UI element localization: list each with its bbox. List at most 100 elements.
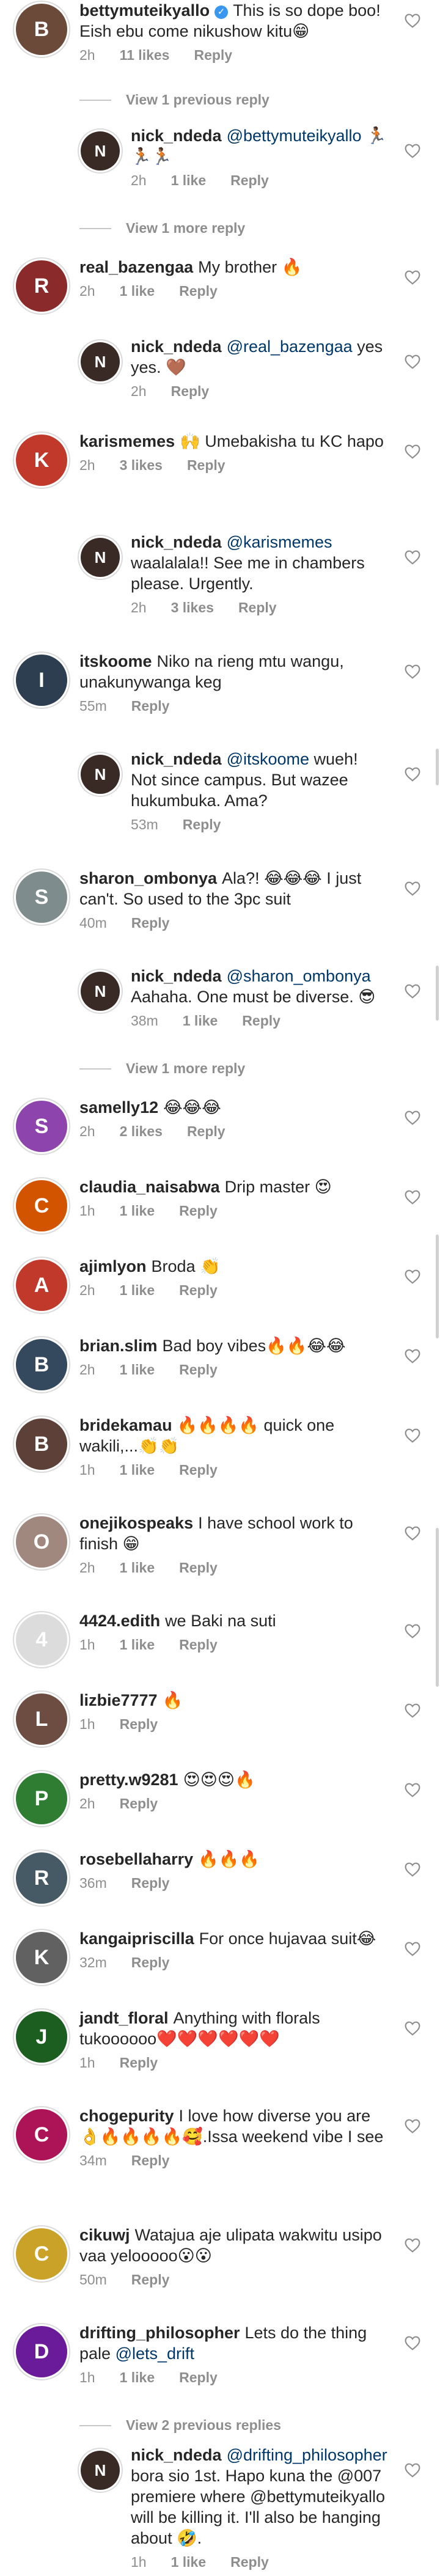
avatar[interactable]: R [16, 260, 67, 312]
username-link[interactable]: jandt_floral [79, 2009, 169, 2027]
reply-button[interactable]: Reply [131, 1954, 170, 1970]
like-heart-icon[interactable] [405, 2463, 420, 2478]
username-link[interactable]: nick_ndeda [131, 2446, 222, 2464]
mention-link[interactable]: @karismemes [227, 533, 332, 551]
avatar[interactable]: B [16, 4, 67, 55]
like-heart-icon[interactable] [405, 1110, 420, 1125]
view-more-replies-link[interactable]: View 1 previous reply [79, 92, 270, 108]
like-heart-icon[interactable] [405, 2119, 420, 2134]
likes-count[interactable]: 11 likes [120, 47, 170, 63]
avatar[interactable]: S [16, 1101, 67, 1152]
username-link[interactable]: nick_ndeda [131, 967, 222, 985]
reply-button[interactable]: Reply [179, 1282, 218, 1298]
likes-count[interactable]: 1 like [120, 283, 155, 299]
likes-count[interactable]: 3 likes [120, 457, 163, 473]
avatar[interactable]: L [16, 1693, 67, 1745]
like-heart-icon[interactable] [405, 767, 420, 782]
like-heart-icon[interactable] [405, 1526, 420, 1541]
username-link[interactable]: chogepurity [79, 2107, 174, 2125]
username-link[interactable]: nick_ndeda [131, 750, 222, 768]
like-heart-icon[interactable] [405, 664, 420, 679]
scrollbar-2[interactable] [436, 966, 439, 1021]
username-link[interactable]: nick_ndeda [131, 533, 222, 551]
reply-button[interactable]: Reply [131, 2272, 170, 2288]
like-heart-icon[interactable] [405, 354, 420, 369]
likes-count[interactable]: 1 like [120, 1362, 155, 1378]
reply-button[interactable]: Reply [179, 283, 218, 299]
avatar[interactable]: N [81, 755, 120, 794]
reply-button[interactable]: Reply [120, 1796, 158, 1811]
username-link[interactable]: ajimlyon [79, 1257, 147, 1275]
avatar[interactable]: N [81, 538, 120, 577]
reply-button[interactable]: Reply [194, 47, 232, 63]
username-link[interactable]: sharon_ombonya [79, 869, 217, 887]
username-link[interactable]: drifting_philosopher [79, 2324, 240, 2342]
like-heart-icon[interactable] [405, 1269, 420, 1284]
like-heart-icon[interactable] [405, 144, 420, 158]
reply-button[interactable]: Reply [179, 1637, 218, 1653]
scrollbar-1[interactable] [436, 749, 439, 785]
avatar[interactable]: N [81, 2451, 120, 2490]
likes-count[interactable]: 1 like [171, 2554, 207, 2570]
reply-button[interactable]: Reply [171, 383, 210, 399]
username-link[interactable]: rosebellaharry [79, 1850, 193, 1868]
reply-button[interactable]: Reply [183, 816, 221, 832]
likes-count[interactable]: 1 like [120, 1560, 155, 1576]
avatar[interactable]: B [16, 1418, 67, 1470]
username-link[interactable]: 4424.edith [79, 1612, 160, 1630]
avatar[interactable]: N [81, 972, 120, 1011]
username-link[interactable]: pretty.w9281 [79, 1771, 178, 1789]
username-link[interactable]: nick_ndeda [131, 127, 222, 145]
like-heart-icon[interactable] [405, 1428, 420, 1443]
like-heart-icon[interactable] [405, 984, 420, 999]
username-link[interactable]: bridekamau [79, 1416, 172, 1434]
mention-link[interactable]: @real_bazengaa [227, 337, 353, 356]
reply-button[interactable]: Reply [179, 1203, 218, 1219]
avatar[interactable]: C [16, 1180, 67, 1231]
view-more-replies-link[interactable]: View 1 more reply [79, 220, 245, 237]
username-link[interactable]: karismemes [79, 432, 175, 450]
reply-button[interactable]: Reply [187, 1123, 226, 1139]
avatar[interactable]: K [16, 1932, 67, 1983]
avatar[interactable]: A [16, 1260, 67, 1311]
reply-button[interactable]: Reply [179, 2369, 218, 2385]
like-heart-icon[interactable] [405, 1624, 420, 1638]
reply-button[interactable]: Reply [131, 2152, 170, 2168]
reply-button[interactable]: Reply [238, 600, 277, 615]
likes-count[interactable]: 1 like [120, 2369, 155, 2385]
avatar[interactable]: B [16, 1339, 67, 1390]
username-link[interactable]: kangaipriscilla [79, 1929, 194, 1948]
scrollbar-4[interactable] [436, 1528, 439, 1687]
username-link[interactable]: nick_ndeda [131, 337, 222, 356]
like-heart-icon[interactable] [405, 2021, 420, 2036]
likes-count[interactable]: 1 like [171, 172, 207, 188]
avatar[interactable]: N [81, 342, 120, 381]
reply-button[interactable]: Reply [179, 1462, 218, 1478]
avatar[interactable]: C [16, 2109, 67, 2160]
reply-button[interactable]: Reply [187, 457, 226, 473]
like-heart-icon[interactable] [405, 444, 420, 459]
avatar[interactable]: O [16, 1516, 67, 1568]
like-heart-icon[interactable] [405, 1703, 420, 1718]
reply-button[interactable]: Reply [131, 915, 170, 931]
like-heart-icon[interactable] [405, 881, 420, 896]
avatar[interactable]: N [81, 131, 120, 171]
reply-button[interactable]: Reply [131, 1875, 170, 1891]
likes-count[interactable]: 1 like [120, 1282, 155, 1298]
likes-count[interactable]: 2 likes [120, 1123, 163, 1139]
username-link[interactable]: itskoome [79, 652, 152, 670]
like-heart-icon[interactable] [405, 1190, 420, 1205]
reply-button[interactable]: Reply [131, 698, 170, 714]
like-heart-icon[interactable] [405, 2336, 420, 2350]
avatar[interactable]: R [16, 1852, 67, 1904]
username-link[interactable]: cikuwj [79, 2226, 130, 2244]
mention-link[interactable]: @drifting_philosopher [227, 2446, 387, 2464]
like-heart-icon[interactable] [405, 1862, 420, 1877]
username-link[interactable]: brian.slim [79, 1337, 158, 1355]
like-heart-icon[interactable] [405, 1783, 420, 1797]
reply-button[interactable]: Reply [179, 1560, 218, 1576]
username-link[interactable]: onejikospeaks [79, 1514, 193, 1532]
view-more-replies-link[interactable]: View 2 previous replies [79, 2417, 281, 2434]
avatar[interactable]: J [16, 2011, 67, 2063]
reply-button[interactable]: Reply [230, 172, 269, 188]
